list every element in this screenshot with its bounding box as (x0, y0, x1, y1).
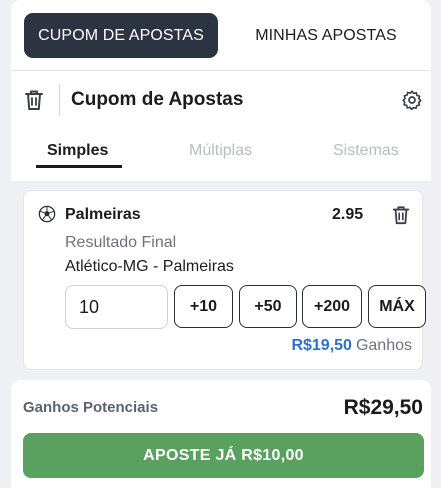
slip-footer: Ganhos Potenciais R$29,50 APOSTE JÁ R$10… (11, 380, 431, 488)
gear-icon[interactable] (401, 89, 423, 111)
top-tab-bar: CUPOM DE APOSTAS MINHAS APOSTAS (11, 0, 431, 70)
winnings-amount: R$19,50 (291, 337, 352, 354)
trash-icon[interactable] (23, 88, 45, 112)
slip-title: Cupom de Apostas (71, 89, 244, 110)
tab-simples[interactable]: Simples (47, 142, 108, 160)
tab-minhas-apostas[interactable]: MINHAS APOSTAS (229, 13, 423, 58)
tab-multiplas[interactable]: Múltiplas (189, 142, 252, 160)
max-stake-button[interactable]: MÁX (368, 285, 426, 328)
selection-winnings: R$19,50 Ganhos (291, 337, 412, 355)
bet-slip-panel: CUPOM DE APOSTAS MINHAS APOSTAS Cupom de… (11, 0, 431, 488)
active-tab-underline (36, 165, 122, 168)
slip-header: Cupom de Apostas (11, 71, 431, 129)
winnings-label: Ganhos (355, 337, 412, 354)
quick-stake-50-button[interactable]: +50 (239, 285, 297, 328)
potential-winnings-value: R$29,50 (343, 396, 423, 419)
tab-cupom-de-apostas[interactable]: CUPOM DE APOSTAS (24, 13, 218, 58)
market-name: Resultado Final (65, 234, 177, 251)
remove-selection-icon[interactable] (391, 204, 411, 226)
selection-name: Palmeiras (65, 206, 141, 223)
soccer-ball-icon (38, 205, 56, 223)
quick-stake-10-button[interactable]: +10 (174, 285, 233, 328)
bet-type-tabs: Simples Múltiplas Sistemas (11, 129, 431, 181)
selection-odds: 2.95 (332, 206, 364, 223)
header-separator (59, 84, 60, 116)
tab-sistemas[interactable]: Sistemas (333, 142, 399, 160)
bet-card: Palmeiras 2.95 Resultado Final Atlético-… (23, 190, 426, 370)
stake-input[interactable] (65, 285, 168, 329)
match-name: Atlético-MG - Palmeiras (65, 258, 234, 275)
place-bet-button[interactable]: APOSTE JÁ R$10,00 (23, 433, 424, 478)
potential-winnings-label: Ganhos Potenciais (23, 399, 159, 416)
quick-stake-200-button[interactable]: +200 (302, 285, 362, 328)
